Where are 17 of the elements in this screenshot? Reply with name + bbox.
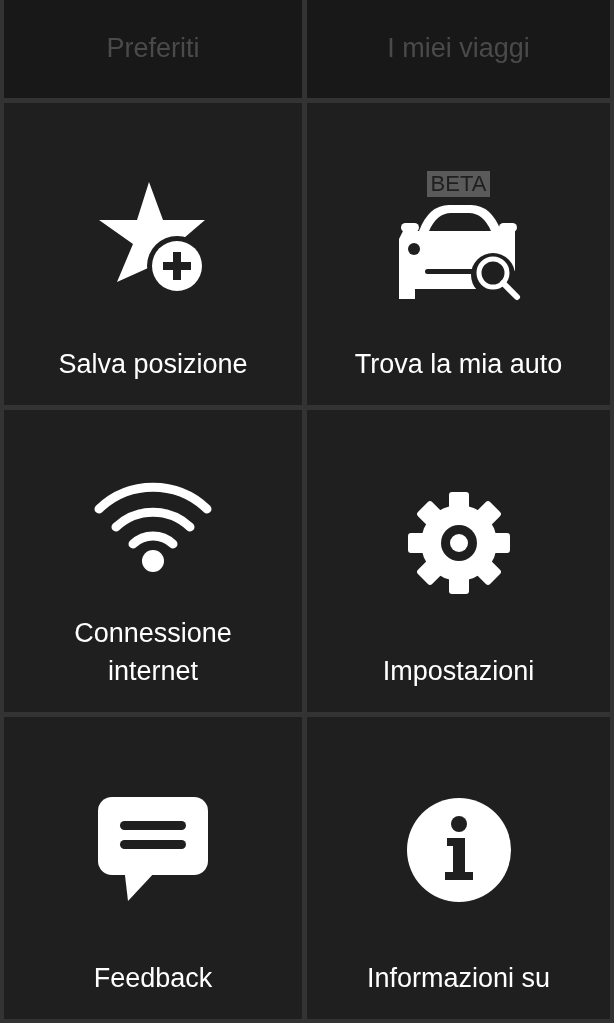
menu-tile[interactable]: Impostazioni <box>307 410 610 712</box>
menu-tile[interactable]: Salva posizione <box>4 103 302 405</box>
menu-tile[interactable]: Informazioni su <box>307 717 610 1019</box>
tile-label: Feedback <box>93 962 213 995</box>
wifi-icon[interactable] <box>94 481 212 573</box>
menu-tile[interactable]: Connessione internet <box>4 410 302 712</box>
chat-bubble-icon[interactable] <box>98 797 208 903</box>
info-icon[interactable] <box>406 798 511 902</box>
tile-label: Trova la mia auto <box>354 348 563 381</box>
tile-label: Salva posizione <box>58 348 248 381</box>
menu-tile[interactable]: Feedback <box>4 717 302 1019</box>
tile-label: Impostazioni <box>382 655 535 688</box>
menu-tile[interactable]: BETA Trova la mia auto <box>307 103 610 405</box>
beta-badge: BETA <box>426 171 491 197</box>
tile-label: Informazioni su <box>366 962 551 995</box>
settings-icon[interactable] <box>405 490 512 596</box>
tile-label: Connessione internet <box>74 617 232 688</box>
